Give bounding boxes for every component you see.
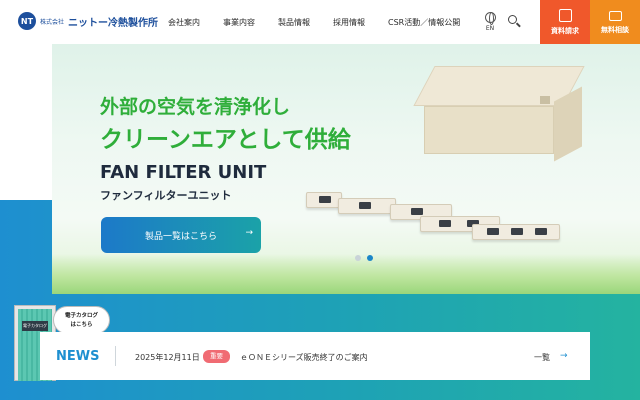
arrow-right-icon: → (245, 228, 253, 238)
nav-item-recruit[interactable]: 採用情報 (333, 17, 365, 28)
free-consultation-button[interactable]: 無料相談 (590, 0, 640, 44)
nav-item-products[interactable]: 製品情報 (278, 17, 310, 28)
door-sign: 電子カタログ (22, 321, 48, 331)
news-important-badge: 重要 (203, 350, 230, 363)
search-icon[interactable] (508, 15, 521, 28)
logo-company-name: ニットー冷熱製作所 (68, 17, 159, 29)
news-list-link[interactable]: 一覧 (534, 352, 550, 363)
company-logo[interactable]: NT 株式会社 ニットー冷熱製作所 (18, 12, 158, 30)
product-name: FAN FILTER UNIT (100, 162, 267, 183)
filter-module-image (338, 198, 396, 214)
news-item-link[interactable]: ｅＯＮＥシリーズ販売終了のご案内 (240, 352, 368, 363)
hero-slider: 外部の空気を清浄化し クリーンエアとして供給 FAN FILTER UNIT フ… (52, 44, 640, 294)
e-catalog-bubble[interactable]: 電子カタログ はこちら (53, 306, 110, 334)
slider-pagination (355, 255, 373, 261)
product-subtitle: ファンフィルターユニット (100, 189, 232, 202)
hero-headline-2: クリーンエアとして供給 (100, 127, 351, 153)
product-list-button-label: 製品一覧はこちら (145, 232, 218, 242)
logo-company-type: 株式会社 (40, 18, 65, 26)
free-consultation-label: 無料相談 (601, 26, 629, 34)
slider-dot-2[interactable] (367, 255, 373, 261)
bubble-line-1: 電子カタログ (64, 313, 98, 319)
hero-headline-1: 外部の空気を清浄化し (100, 96, 291, 118)
mail-icon (608, 11, 622, 21)
slider-dot-1[interactable] (355, 255, 361, 261)
document-request-label: 資料請求 (551, 27, 579, 35)
site-header: NT 株式会社 ニットー冷熱製作所 会社案内 事業内容 製品情報 採用情報 CS… (0, 0, 640, 44)
nav-item-company[interactable]: 会社案内 (168, 17, 200, 28)
bubble-line-2: はこちら (70, 322, 93, 328)
news-date: 2025年12月11日 (135, 353, 200, 362)
filter-module-image (306, 192, 342, 208)
news-bar: NEWS 2025年12月11日 重要 ｅＯＮＥシリーズ販売終了のご案内 一覧 … (40, 332, 590, 380)
arrow-right-icon[interactable]: → (560, 351, 568, 361)
news-divider (115, 346, 116, 366)
grass-background (52, 254, 640, 294)
globe-icon (484, 12, 496, 25)
product-list-button[interactable]: 製品一覧はこちら → (101, 217, 261, 253)
nav-item-business[interactable]: 事業内容 (223, 17, 255, 28)
filter-module-image (472, 224, 560, 240)
document-request-button[interactable]: 資料請求 (540, 0, 590, 44)
language-label: EN (485, 25, 495, 32)
main-nav: 会社案内 事業内容 製品情報 採用情報 CSR活動／情報公開 (168, 17, 483, 28)
news-title: NEWS (56, 349, 100, 364)
document-icon (558, 9, 572, 22)
language-switch[interactable]: EN (482, 12, 498, 32)
nav-item-csr[interactable]: CSR活動／情報公開 (388, 17, 460, 28)
logo-mark: NT (18, 12, 36, 30)
